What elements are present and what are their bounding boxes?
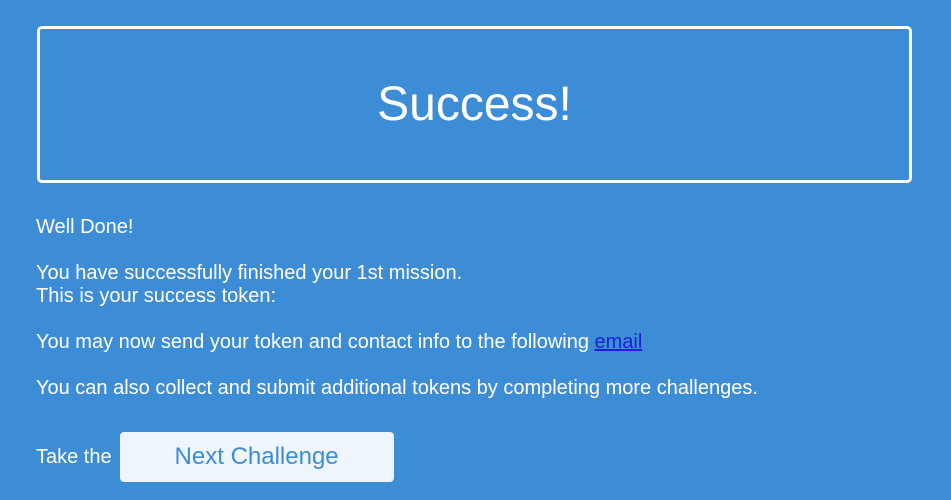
banner-title: Success! bbox=[377, 77, 572, 131]
message-content: Well Done! You have successfully finishe… bbox=[36, 216, 936, 400]
collect-tokens-text: You can also collect and submit addition… bbox=[36, 377, 758, 399]
mission-line: You have successfully finished your 1st … bbox=[36, 262, 463, 284]
next-challenge-button[interactable]: Next Challenge bbox=[119, 432, 394, 482]
next-prefix-text: Take the bbox=[36, 445, 112, 468]
success-banner: Success! bbox=[37, 26, 912, 183]
token-line: This is your success token: bbox=[36, 285, 277, 307]
success-page: Success! Well Done! You have successfull… bbox=[0, 0, 951, 500]
next-challenge-row: Take the Next Challenge bbox=[36, 432, 394, 482]
email-paragraph: You may now send your token and contact … bbox=[36, 331, 936, 354]
mission-paragraph: You have successfully finished your 1st … bbox=[36, 262, 936, 308]
email-prefix-text: You may now send your token and contact … bbox=[36, 331, 589, 353]
well-done-text: Well Done! bbox=[36, 216, 134, 238]
email-link[interactable]: email bbox=[595, 331, 643, 353]
